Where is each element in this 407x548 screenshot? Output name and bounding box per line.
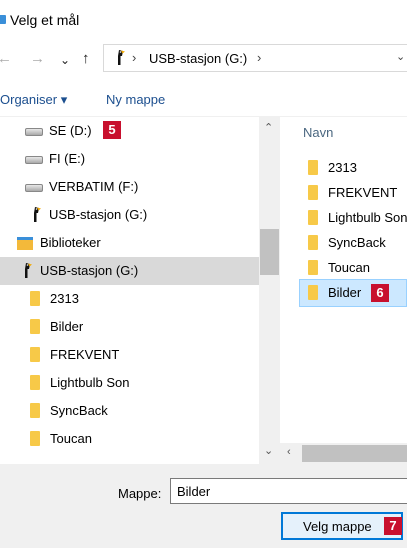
tree-item-folder[interactable]: SyncBack bbox=[0, 397, 259, 425]
tree-item-label: Bilder bbox=[50, 319, 84, 334]
back-icon[interactable]: ← bbox=[0, 50, 12, 68]
tree-item-label: VERBATIM (F:) bbox=[49, 179, 139, 194]
up-icon[interactable]: ↑ bbox=[82, 50, 90, 68]
folder-icon bbox=[308, 185, 318, 200]
window-title: Velg et mål bbox=[10, 12, 80, 28]
organise-menu-button[interactable]: Organiser ▾ bbox=[0, 92, 67, 108]
file-item-folder[interactable]: 2313 bbox=[299, 154, 407, 182]
tree-item-label: Biblioteker bbox=[40, 235, 101, 250]
tree-item-label: Toucan bbox=[50, 431, 92, 446]
file-item-label: SyncBack bbox=[328, 235, 386, 250]
scrollbar-thumb[interactable] bbox=[302, 445, 407, 462]
folder-icon bbox=[308, 160, 318, 175]
file-item-label: FREKVENT bbox=[328, 185, 398, 200]
file-list[interactable]: Navn 2313 FREKVENT Lightbulb Son SyncBac… bbox=[280, 117, 407, 464]
folder-icon bbox=[30, 375, 40, 390]
folder-icon bbox=[30, 403, 40, 418]
folder-icon bbox=[308, 260, 318, 275]
folder-icon bbox=[308, 210, 318, 225]
library-icon bbox=[17, 237, 33, 250]
file-list-horizontal-scrollbar[interactable]: ‹ bbox=[280, 443, 407, 464]
tree-item-libraries[interactable]: Biblioteker bbox=[0, 229, 259, 257]
tree-item-folder[interactable]: FREKVENT bbox=[0, 341, 259, 369]
breadcrumb-separator[interactable]: › bbox=[132, 50, 136, 65]
folder-icon bbox=[30, 291, 40, 306]
recent-locations-chevron-icon[interactable]: ⌄ bbox=[60, 51, 70, 69]
file-item-label: Bilder bbox=[328, 285, 362, 300]
usb-toucan-icon bbox=[118, 50, 125, 65]
file-item-label: 2313 bbox=[328, 160, 357, 175]
file-item-folder[interactable]: SyncBack bbox=[299, 229, 407, 257]
drive-icon bbox=[25, 184, 43, 192]
tree-vertical-scrollbar[interactable]: ⌃ ⌄ bbox=[259, 117, 280, 464]
tree-item-folder[interactable]: Toucan bbox=[0, 425, 259, 453]
tree-item-label: FREKVENT bbox=[50, 347, 120, 362]
tree-item-label: SyncBack bbox=[50, 403, 108, 418]
folder-name-field[interactable] bbox=[170, 478, 407, 504]
breadcrumb-location[interactable]: USB-stasjon (G:) bbox=[149, 51, 247, 66]
tree-item-label: USB-stasjon (G:) bbox=[49, 207, 148, 222]
folder-icon bbox=[30, 319, 40, 334]
address-bar[interactable]: › USB-stasjon (G:) › ⌄ bbox=[103, 44, 407, 72]
tree-item-folder[interactable]: Bilder bbox=[0, 313, 259, 341]
file-item-folder[interactable]: Toucan bbox=[299, 254, 407, 282]
tree-item-folder[interactable]: 2313 bbox=[0, 285, 259, 313]
tree-item-fi-drive[interactable]: FI (E:) bbox=[0, 145, 259, 173]
tree-item-label: SE (D:) bbox=[49, 123, 92, 138]
step-badge: 7 bbox=[384, 517, 402, 535]
step-badge: 6 bbox=[371, 284, 389, 302]
column-header-name[interactable]: Navn bbox=[303, 125, 333, 140]
tree-item-label: 2313 bbox=[50, 291, 79, 306]
scroll-up-icon[interactable]: ⌃ bbox=[264, 121, 273, 134]
folder-icon bbox=[308, 235, 318, 250]
navigation-pane[interactable]: SE (D:) FI (E:) VERBATIM (F:) USB-stasjo… bbox=[0, 117, 280, 464]
tree-item-folder[interactable]: Lightbulb Son bbox=[0, 369, 259, 397]
scroll-down-icon[interactable]: ⌄ bbox=[264, 444, 273, 457]
scrollbar-thumb[interactable] bbox=[260, 229, 279, 275]
folder-icon bbox=[30, 347, 40, 362]
file-item-folder-selected[interactable]: Bilder 6 bbox=[299, 279, 407, 307]
file-item-label: Toucan bbox=[328, 260, 370, 275]
title-bar: Velg et mål bbox=[0, 0, 407, 40]
usb-toucan-icon bbox=[34, 207, 41, 222]
file-item-label: Lightbulb Son bbox=[328, 210, 407, 225]
new-folder-button[interactable]: Ny mappe bbox=[106, 92, 165, 107]
folder-icon bbox=[30, 431, 40, 446]
folder-field-label: Mappe: bbox=[118, 486, 162, 501]
tree-item-label: USB-stasjon (G:) bbox=[40, 263, 139, 278]
file-item-folder[interactable]: FREKVENT bbox=[299, 179, 407, 207]
step-badge: 5 bbox=[103, 121, 121, 139]
dialog-footer: Mappe: Velg mappe 7 bbox=[0, 464, 407, 548]
tree-item-label: FI (E:) bbox=[49, 151, 86, 166]
tree-item-verbatim-drive[interactable]: VERBATIM (F:) bbox=[0, 173, 259, 201]
tree-item-usb-drive-selected[interactable]: USB-stasjon (G:) bbox=[0, 257, 259, 285]
tree-item-se-drive[interactable]: SE (D:) bbox=[0, 117, 259, 145]
file-item-folder[interactable]: Lightbulb Son bbox=[299, 204, 407, 232]
folder-window-icon bbox=[0, 15, 6, 24]
breadcrumb-separator[interactable]: › bbox=[257, 50, 261, 65]
address-dropdown-icon[interactable]: ⌄ bbox=[396, 50, 405, 63]
drive-icon bbox=[25, 156, 43, 164]
tree-item-usb-drive[interactable]: USB-stasjon (G:) bbox=[0, 201, 259, 229]
command-bar: Organiser ▾ Ny mappe bbox=[0, 84, 407, 116]
tree-item-label: Lightbulb Son bbox=[50, 375, 130, 390]
forward-icon[interactable]: → bbox=[30, 50, 45, 68]
usb-toucan-icon bbox=[25, 263, 32, 278]
folder-icon bbox=[308, 285, 318, 300]
scroll-left-icon[interactable]: ‹ bbox=[287, 446, 291, 458]
drive-icon bbox=[25, 128, 43, 136]
